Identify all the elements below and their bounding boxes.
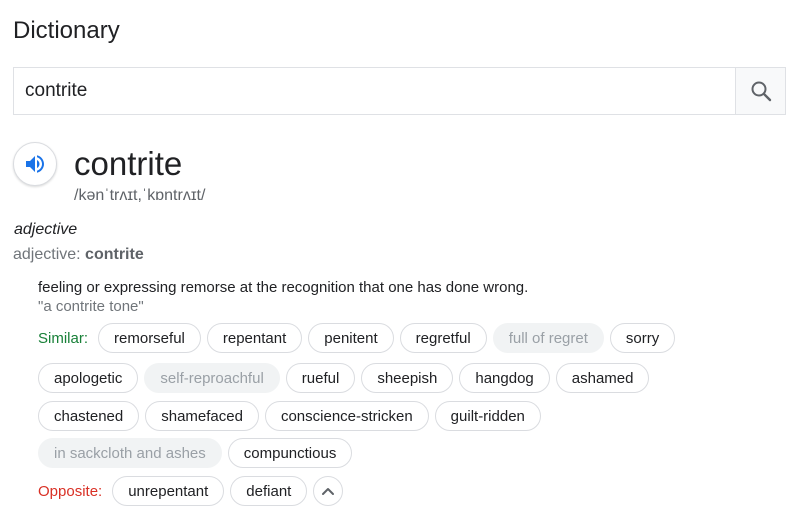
similar-row-2: apologetic self-reproachful rueful sheep… (38, 363, 650, 393)
synonym-chip[interactable]: regretful (399, 323, 487, 353)
synonym-chip[interactable]: ashamed (555, 363, 650, 393)
word-form-line: adjective: contrite (13, 244, 144, 266)
antonym-chip[interactable]: unrepentant (112, 476, 225, 506)
pronunciation-button[interactable] (13, 142, 57, 186)
search-input[interactable] (14, 68, 735, 114)
part-of-speech: adjective (14, 221, 78, 238)
definition-text: feeling or expressing remorse at the rec… (38, 279, 529, 296)
speaker-icon (26, 155, 44, 173)
search-bar (13, 67, 786, 115)
search-icon (751, 81, 771, 102)
synonym-chip: self-reproachful (144, 363, 280, 393)
example-text: "a contrite tone" (38, 298, 144, 315)
synonym-chip[interactable]: penitent (308, 323, 394, 353)
synonym-chip[interactable]: sorry (609, 323, 676, 353)
search-button[interactable] (735, 68, 785, 114)
similar-row-3: chastened shamefaced conscience-stricken… (38, 401, 541, 431)
synonym-chip: full of regret (492, 323, 604, 353)
chevron-up-icon (322, 488, 335, 495)
synonym-chip[interactable]: compunctious (227, 438, 353, 468)
headword: contrite (74, 145, 183, 182)
synonym-chip: in sackcloth and ashes (38, 438, 222, 468)
opposite-label: Opposite: (38, 482, 103, 500)
synonym-chip[interactable]: rueful (285, 363, 356, 393)
synonym-chip[interactable]: chastened (38, 401, 140, 431)
similar-label: Similar: (38, 329, 89, 347)
word-form-prefix: adjective: (13, 246, 86, 263)
collapse-button[interactable] (313, 476, 344, 506)
antonym-chip[interactable]: defiant (230, 476, 308, 506)
synonym-chip[interactable]: sheepish (361, 363, 454, 393)
synonym-chip[interactable]: shamefaced (145, 401, 259, 431)
similar-row-1: Similar: remorseful repentant penitent r… (38, 323, 676, 353)
word-form: contrite (85, 246, 144, 263)
synonym-chip[interactable]: conscience-stricken (264, 401, 429, 431)
synonym-chip[interactable]: repentant (206, 323, 303, 353)
opposite-row: Opposite: unrepentant defiant (38, 476, 344, 506)
synonym-chip[interactable]: remorseful (98, 323, 201, 353)
similar-row-4: in sackcloth and ashes compunctious (38, 438, 353, 468)
phonetic-transcription: /kənˈtrʌɪt,ˈkɒntrʌɪt/ (74, 187, 206, 204)
synonym-chip[interactable]: apologetic (38, 363, 139, 393)
page-title: Dictionary (13, 17, 120, 44)
synonym-chip[interactable]: guilt-ridden (434, 401, 541, 431)
synonym-chip[interactable]: hangdog (459, 363, 550, 393)
